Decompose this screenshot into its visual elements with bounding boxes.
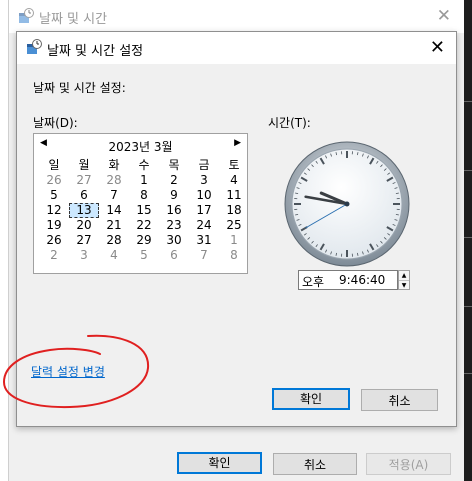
calendar-day[interactable]: 8 xyxy=(129,188,159,203)
calendar-day[interactable]: 11 xyxy=(219,188,249,203)
calendar-day[interactable]: 3 xyxy=(189,173,219,188)
calendar-day[interactable]: 17 xyxy=(189,203,219,218)
calendar-day[interactable]: 15 xyxy=(129,203,159,218)
calendar-day[interactable]: 19 xyxy=(39,218,69,233)
date-label: 날짜(D): xyxy=(33,116,78,130)
background-apply-button[interactable]: 적용(A) xyxy=(366,453,451,475)
analog-clock xyxy=(283,140,411,268)
calendar-day[interactable]: 31 xyxy=(189,233,219,248)
calendar-day[interactable]: 29 xyxy=(129,233,159,248)
calendar-day[interactable]: 4 xyxy=(219,173,249,188)
background-ok-button[interactable]: 확인 xyxy=(177,452,262,474)
calendar-month-label[interactable]: 2023년 3월 xyxy=(34,138,247,155)
calendar-day[interactable]: 6 xyxy=(69,188,99,203)
dialog-title: 날짜 및 시간 설정 xyxy=(47,44,144,59)
dialog-titlebar: 날짜 및 시간 설정 ✕ xyxy=(17,32,456,64)
calendar-day[interactable]: 20 xyxy=(69,218,99,233)
calendar-day[interactable]: 21 xyxy=(99,218,129,233)
background-close-icon[interactable]: ✕ xyxy=(437,6,451,26)
ok-button[interactable]: 확인 xyxy=(272,388,350,410)
next-month-icon[interactable]: ▶ xyxy=(234,138,241,148)
calendar-day[interactable]: 28 xyxy=(99,233,129,248)
time-value[interactable]: 9:46:40 xyxy=(339,273,385,287)
calendar-day[interactable]: 26 xyxy=(39,173,69,188)
calendar-day[interactable]: 13 xyxy=(69,203,99,218)
calendar-day[interactable]: 1 xyxy=(219,233,249,248)
background-cancel-button[interactable]: 취소 xyxy=(273,453,357,475)
calendar-day[interactable]: 12 xyxy=(39,203,69,218)
calendar-day[interactable]: 8 xyxy=(219,248,249,263)
calendar-header: ◀ 2023년 3월 ▶ xyxy=(34,134,247,156)
time-spinner[interactable]: ▲ ▼ xyxy=(398,270,410,290)
weekday-header: 금 xyxy=(198,158,210,172)
calendar-grid: 일 월 화 수 목 금 토 26 27 28 1 2 3 4 5 6 7 8 9 10 11 12 13 14 15 16 17 18… xyxy=(39,158,243,263)
time-label: 시간(T): xyxy=(268,116,311,130)
calendar-day[interactable]: 22 xyxy=(129,218,159,233)
spin-up-icon[interactable]: ▲ xyxy=(399,271,409,281)
date-time-app-icon xyxy=(18,8,34,28)
calendar-day[interactable]: 28 xyxy=(99,173,129,188)
weekday-header: 일 xyxy=(48,158,60,172)
desktop-edge xyxy=(464,0,472,481)
weekday-header: 토 xyxy=(228,158,240,172)
background-window-title: 날짜 및 시간 xyxy=(39,12,108,27)
calendar-day[interactable]: 2 xyxy=(159,173,189,188)
calendar-day[interactable]: 23 xyxy=(159,218,189,233)
time-ampm[interactable]: 오후 xyxy=(302,273,324,290)
calendar[interactable]: ◀ 2023년 3월 ▶ 일 월 화 수 목 금 토 26 27 28 1 2 3 4 5 6 7 8 9 10 11 1… xyxy=(33,133,248,274)
calendar-day[interactable]: 24 xyxy=(189,218,219,233)
calendar-day[interactable]: 30 xyxy=(159,233,189,248)
calendar-day[interactable]: 27 xyxy=(69,173,99,188)
calendar-day[interactable]: 4 xyxy=(99,248,129,263)
calendar-day[interactable]: 5 xyxy=(39,188,69,203)
calendar-day[interactable]: 5 xyxy=(129,248,159,263)
weekday-header: 수 xyxy=(138,158,150,172)
calendar-day[interactable]: 9 xyxy=(159,188,189,203)
dialog-close-icon[interactable]: ✕ xyxy=(430,37,445,58)
calendar-day[interactable]: 18 xyxy=(219,203,249,218)
weekday-header: 월 xyxy=(78,158,90,172)
time-input[interactable]: 오후 9:46:40 xyxy=(298,270,398,290)
calendar-day[interactable]: 7 xyxy=(99,188,129,203)
annotation-circle xyxy=(2,334,150,409)
dialog-heading: 날짜 및 시간 설정: xyxy=(33,81,126,95)
calendar-day[interactable]: 16 xyxy=(159,203,189,218)
calendar-day[interactable]: 10 xyxy=(189,188,219,203)
background-titlebar: 날짜 및 시간 ✕ xyxy=(9,0,465,33)
calendar-day[interactable]: 27 xyxy=(69,233,99,248)
weekday-header: 화 xyxy=(108,158,120,172)
calendar-day[interactable]: 7 xyxy=(189,248,219,263)
calendar-day[interactable]: 25 xyxy=(219,218,249,233)
calendar-day[interactable]: 3 xyxy=(69,248,99,263)
date-time-app-icon xyxy=(26,39,42,59)
calendar-day[interactable]: 1 xyxy=(129,173,159,188)
calendar-day[interactable]: 6 xyxy=(159,248,189,263)
calendar-day[interactable]: 14 xyxy=(99,203,129,218)
weekday-header: 목 xyxy=(168,158,180,172)
calendar-day[interactable]: 2 xyxy=(39,248,69,263)
calendar-day[interactable]: 26 xyxy=(39,233,69,248)
spin-down-icon[interactable]: ▼ xyxy=(399,281,409,290)
cancel-button[interactable]: 취소 xyxy=(361,389,438,411)
